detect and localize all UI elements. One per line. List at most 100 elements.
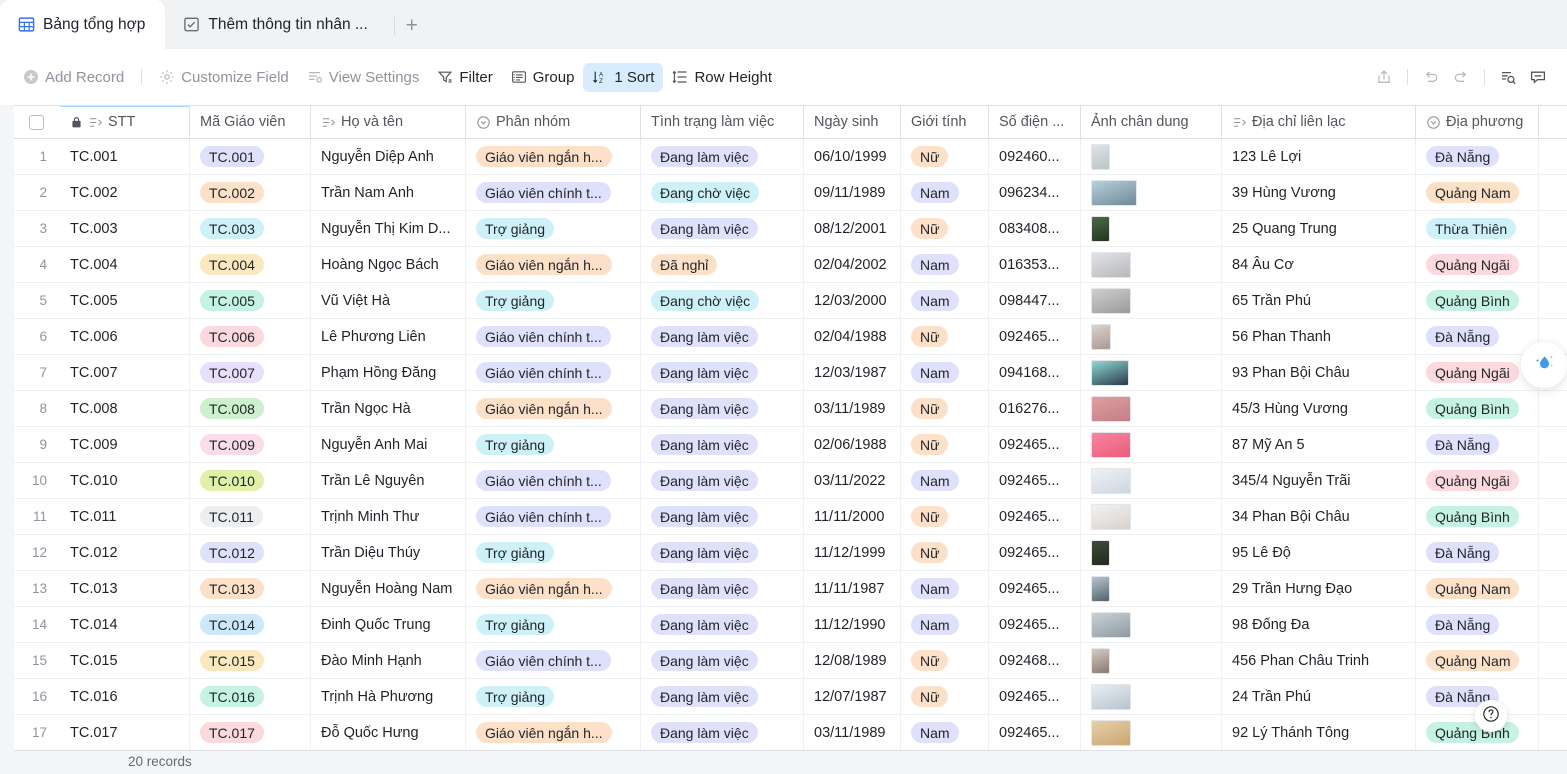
cell-gioi-tinh[interactable]: Nữ <box>901 679 989 714</box>
cell-tinh-trang-lam-viec[interactable]: Đang làm việc <box>641 139 804 174</box>
cell-ho-va-ten[interactable]: Đinh Quốc Trung <box>311 607 466 642</box>
cell-ho-va-ten[interactable]: Trần Nam Anh <box>311 175 466 210</box>
cell-gioi-tinh[interactable]: Nữ <box>901 427 989 462</box>
cell-ho-va-ten[interactable]: Nguyễn Diệp Anh <box>311 139 466 174</box>
cell-ngay-sinh[interactable]: 06/10/1999 <box>804 139 901 174</box>
cell-dia-chi-lien-lac[interactable]: 98 Đống Đa <box>1222 607 1416 642</box>
cell-stt[interactable]: TC.008 <box>60 391 190 426</box>
cell-stt[interactable]: TC.007 <box>60 355 190 390</box>
cell-so-dien-thoai[interactable]: 096234... <box>989 175 1081 210</box>
column-header-9[interactable]: Ảnh chân dung <box>1081 106 1222 138</box>
cell-dia-chi-lien-lac[interactable]: 34 Phan Bội Châu <box>1222 499 1416 534</box>
ai-assistant-button[interactable] <box>1521 342 1567 388</box>
cell-ma-giao-vien[interactable]: TC.007 <box>190 355 311 390</box>
cell-dia-chi-lien-lac[interactable]: 95 Lê Độ <box>1222 535 1416 570</box>
cell-ma-giao-vien[interactable]: TC.001 <box>190 139 311 174</box>
cell-anh-chan-dung[interactable] <box>1081 319 1222 354</box>
cell-phan-nhom[interactable]: Trợ giảng <box>466 427 641 462</box>
cell-tinh-trang-lam-viec[interactable]: Đang làm việc <box>641 715 804 750</box>
table-row[interactable]: 7 TC.007 TC.007 Phạm Hồng Đăng Giáo viên chí… <box>14 355 1567 391</box>
cell-dia-phuong[interactable]: Quảng Nam <box>1416 571 1539 606</box>
cell-tinh-trang-lam-viec[interactable]: Đang làm việc <box>641 643 804 678</box>
table-row[interactable]: 8 TC.008 TC.008 Trần Ngọc Hà Giáo viên ngắn … <box>14 391 1567 427</box>
cell-ma-giao-vien[interactable]: TC.012 <box>190 535 311 570</box>
table-row[interactable]: 11 TC.011 TC.011 Trịnh Minh Thư Giáo viên ch… <box>14 499 1567 535</box>
cell-ngay-sinh[interactable]: 12/03/1987 <box>804 355 901 390</box>
cell-phan-nhom[interactable]: Giáo viên chính t... <box>466 355 641 390</box>
view-settings-button[interactable]: View Settings <box>298 63 429 92</box>
cell-dia-phuong[interactable]: Quảng Ngãi <box>1416 247 1539 282</box>
cell-ma-giao-vien[interactable]: TC.015 <box>190 643 311 678</box>
cell-stt[interactable]: TC.003 <box>60 211 190 246</box>
cell-dia-phuong[interactable]: Quảng Nam <box>1416 643 1539 678</box>
row-height-button[interactable]: Row Height <box>663 63 781 92</box>
cell-ngay-sinh[interactable]: 02/04/1988 <box>804 319 901 354</box>
cell-tinh-trang-lam-viec[interactable]: Đang làm việc <box>641 679 804 714</box>
cell-stt[interactable]: TC.009 <box>60 427 190 462</box>
cell-phan-nhom[interactable]: Trợ giảng <box>466 211 641 246</box>
cell-ngay-sinh[interactable]: 12/07/1987 <box>804 679 901 714</box>
cell-ma-giao-vien[interactable]: TC.011 <box>190 499 311 534</box>
cell-ho-va-ten[interactable]: Nguyễn Anh Mai <box>311 427 466 462</box>
cell-so-dien-thoai[interactable]: 092465... <box>989 715 1081 750</box>
cell-dia-chi-lien-lac[interactable]: 65 Trần Phú <box>1222 283 1416 318</box>
cell-phan-nhom[interactable]: Trợ giảng <box>466 607 641 642</box>
table-row[interactable]: 16 TC.016 TC.016 Trịnh Hà Phương Trợ giảng Đa… <box>14 679 1567 715</box>
cell-ho-va-ten[interactable]: Đào Minh Hạnh <box>311 643 466 678</box>
cell-ho-va-ten[interactable]: Lê Phương Liên <box>311 319 466 354</box>
cell-phan-nhom[interactable]: Trợ giảng <box>466 535 641 570</box>
cell-ngay-sinh[interactable]: 03/11/1989 <box>804 391 901 426</box>
cell-dia-chi-lien-lac[interactable]: 45/3 Hùng Vương <box>1222 391 1416 426</box>
cell-dia-phuong[interactable]: Đà Nẵng <box>1416 319 1539 354</box>
cell-tinh-trang-lam-viec[interactable]: Đang làm việc <box>641 319 804 354</box>
cell-anh-chan-dung[interactable] <box>1081 391 1222 426</box>
column-header-10[interactable]: Địa chỉ liên lạc <box>1222 106 1416 138</box>
avatar[interactable] <box>1091 323 1111 350</box>
cell-ma-giao-vien[interactable]: TC.016 <box>190 679 311 714</box>
cell-stt[interactable]: TC.017 <box>60 715 190 750</box>
cell-ngay-sinh[interactable]: 11/11/2000 <box>804 499 901 534</box>
cell-phan-nhom[interactable]: Giáo viên chính t... <box>466 643 641 678</box>
tab-bang-tong-hop[interactable]: Bảng tổng hợp <box>0 0 166 49</box>
table-row[interactable]: 1 TC.001 TC.001 Nguyễn Diệp Anh Giáo viên ng… <box>14 139 1567 175</box>
cell-ho-va-ten[interactable]: Trần Diệu Thúy <box>311 535 466 570</box>
cell-dia-phuong[interactable]: Đà Nẵng <box>1416 535 1539 570</box>
cell-stt[interactable]: TC.001 <box>60 139 190 174</box>
cell-phan-nhom[interactable]: Trợ giảng <box>466 283 641 318</box>
table-row[interactable]: 2 TC.002 TC.002 Trần Nam Anh Giáo viên chính… <box>14 175 1567 211</box>
cell-ho-va-ten[interactable]: Trịnh Hà Phương <box>311 679 466 714</box>
cell-tinh-trang-lam-viec[interactable]: Đang làm việc <box>641 607 804 642</box>
cell-anh-chan-dung[interactable] <box>1081 607 1222 642</box>
cell-so-dien-thoai[interactable]: 092460... <box>989 139 1081 174</box>
cell-so-dien-thoai[interactable]: 016276... <box>989 391 1081 426</box>
add-record-button[interactable]: Add Record <box>14 63 133 92</box>
avatar[interactable] <box>1091 395 1131 422</box>
cell-stt[interactable]: TC.014 <box>60 607 190 642</box>
cell-so-dien-thoai[interactable]: 092465... <box>989 499 1081 534</box>
column-header-6[interactable]: Ngày sinh <box>804 106 901 138</box>
cell-ho-va-ten[interactable]: Trần Ngọc Hà <box>311 391 466 426</box>
cell-gioi-tinh[interactable]: Nữ <box>901 211 989 246</box>
cell-ma-giao-vien[interactable]: TC.008 <box>190 391 311 426</box>
comment-icon[interactable] <box>1523 62 1553 92</box>
cell-anh-chan-dung[interactable] <box>1081 427 1222 462</box>
cell-dia-phuong[interactable]: Đà Nẵng <box>1416 427 1539 462</box>
cell-ngay-sinh[interactable]: 09/11/1989 <box>804 175 901 210</box>
cell-phan-nhom[interactable]: Giáo viên chính t... <box>466 463 641 498</box>
table-row[interactable]: 14 TC.014 TC.014 Đinh Quốc Trung Trợ giảng Đa… <box>14 607 1567 643</box>
cell-tinh-trang-lam-viec[interactable]: Đang làm việc <box>641 391 804 426</box>
cell-phan-nhom[interactable]: Giáo viên ngắn h... <box>466 247 641 282</box>
column-header-5[interactable]: Tình trạng làm việc <box>641 106 804 138</box>
cell-ho-va-ten[interactable]: Vũ Việt Hà <box>311 283 466 318</box>
avatar[interactable] <box>1091 179 1137 206</box>
avatar[interactable] <box>1091 359 1129 386</box>
select-all-cell[interactable] <box>14 106 60 138</box>
table-row[interactable]: 9 TC.009 TC.009 Nguyễn Anh Mai Trợ giảng Đang… <box>14 427 1567 463</box>
table-row[interactable]: 6 TC.006 TC.006 Lê Phương Liên Giáo viên chí… <box>14 319 1567 355</box>
cell-gioi-tinh[interactable]: Nữ <box>901 535 989 570</box>
cell-dia-chi-lien-lac[interactable]: 39 Hùng Vương <box>1222 175 1416 210</box>
avatar[interactable] <box>1091 611 1131 638</box>
cell-tinh-trang-lam-viec[interactable]: Đang làm việc <box>641 571 804 606</box>
column-header-3[interactable]: Họ và tên <box>311 106 466 138</box>
cell-ma-giao-vien[interactable]: TC.002 <box>190 175 311 210</box>
